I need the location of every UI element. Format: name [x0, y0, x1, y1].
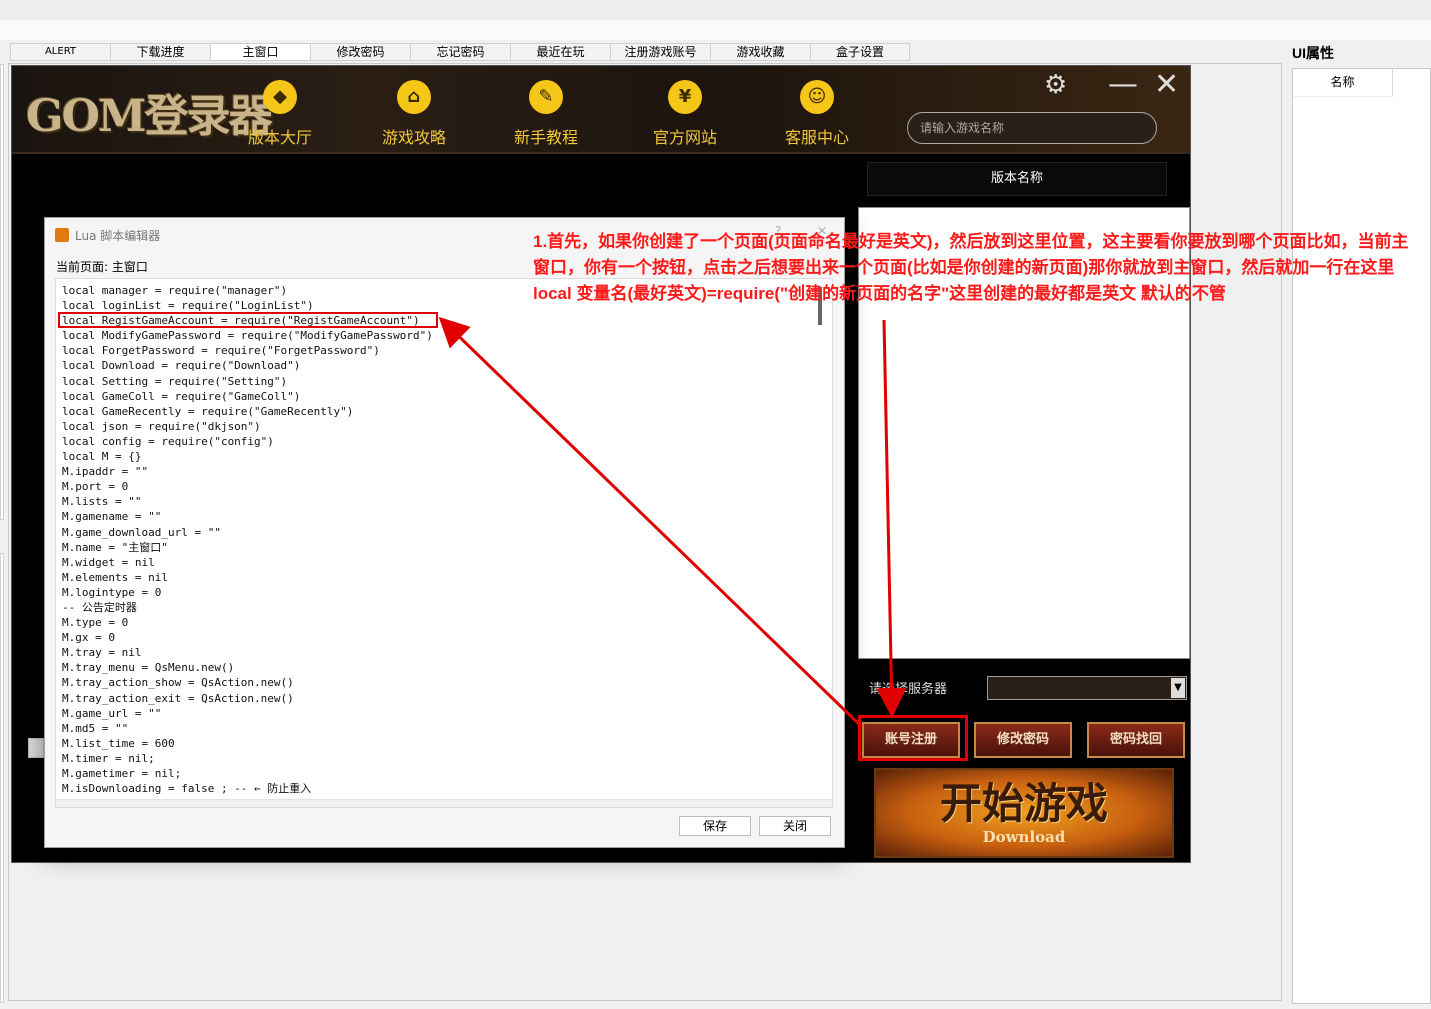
tab-modify-password[interactable]: 修改密码 [310, 43, 410, 61]
code-editor[interactable]: local manager = require("manager") local … [55, 278, 833, 808]
code-line[interactable]: M.timer = nil; [62, 751, 433, 766]
code-line[interactable]: M.ipaddr = "" [62, 464, 433, 479]
tab-alert[interactable]: ALERT [10, 43, 110, 61]
code-line[interactable]: local manager = require("manager") [62, 283, 433, 298]
ui-properties-panel: 名称 [1292, 68, 1431, 1004]
code-line[interactable]: local ModifyGamePassword = require("Modi… [62, 328, 433, 343]
code-line[interactable]: M.tray_menu = QsMenu.new() [62, 660, 433, 675]
home-icon: ⌂ [397, 80, 431, 114]
annotation-note: 1.首先，如果你创建了一个页面(页面命名最好是英文)，然后放到这里位置，这主要看… [533, 232, 1409, 303]
code-line[interactable]: local loginList = require("LoginList") [62, 298, 433, 313]
left-gutter-bottom [0, 553, 4, 1003]
nav-game-guide[interactable]: ⌂ 游戏攻略 [364, 80, 464, 148]
column-header-name[interactable]: 名称 [1293, 69, 1393, 97]
server-select[interactable]: ▼ [987, 676, 1187, 700]
horizontal-scrollbar[interactable] [56, 799, 832, 807]
current-page-line: 当前页面: 主窗口 [56, 258, 148, 275]
code-line[interactable]: local GameRecently = require("GameRecent… [62, 404, 433, 419]
page-tab-bar: ALERT 下载进度 主窗口 修改密码 忘记密码 最近在玩 注册游戏账号 游戏收… [10, 43, 910, 61]
top-strip [0, 0, 1431, 20]
gear-icon[interactable]: ⚙ [1044, 70, 1067, 100]
yen-coin-icon: ¥ [668, 80, 702, 114]
code-line[interactable]: M.game_download_url = "" [62, 525, 433, 540]
nav-official-site[interactable]: ¥ 官方网站 [635, 80, 735, 148]
code-line[interactable]: M.port = 0 [62, 479, 433, 494]
close-button[interactable]: 关闭 [759, 816, 831, 836]
highlight-box-code-line [58, 312, 438, 328]
top-strip-secondary [0, 20, 1431, 40]
code-line[interactable]: M.gx = 0 [62, 630, 433, 645]
code-line[interactable]: M.gametimer = nil; [62, 766, 433, 781]
code-line[interactable]: local M = {} [62, 449, 433, 464]
start-game-button[interactable]: 开始游戏 Download [874, 768, 1174, 858]
tab-game-favorites[interactable]: 游戏收藏 [710, 43, 810, 61]
minimize-icon[interactable]: — [1108, 70, 1138, 100]
code-text[interactable]: local manager = require("manager") local … [62, 283, 433, 807]
chevron-down-icon[interactable]: ▼ [1171, 678, 1185, 698]
diamond-badge-icon: ◆ [263, 80, 297, 114]
code-line[interactable]: local Download = require("Download") [62, 358, 433, 373]
nav-label: 官方网站 [652, 128, 717, 147]
code-line[interactable]: M.isDownloading = false ; -- ← 防止重入 [62, 781, 433, 796]
code-line[interactable]: M.type = 0 [62, 615, 433, 630]
code-line[interactable]: M.list_time = 600 [62, 736, 433, 751]
code-line[interactable]: local Setting = require("Setting") [62, 374, 433, 389]
nav-beginner-tutorial[interactable]: ✎ 新手教程 [496, 80, 596, 148]
code-line[interactable]: M.elements = nil [62, 570, 433, 585]
launcher-header: GOM登录器 ◆ 版本大厅 ⌂ 游戏攻略 ✎ 新手教程 ¥ 官方网站 ☺ 客服中… [12, 66, 1190, 154]
save-button[interactable]: 保存 [679, 816, 751, 836]
recover-password-button[interactable]: 密码找回 [1087, 722, 1185, 758]
start-game-subtitle: Download [982, 828, 1066, 846]
tab-main-window[interactable]: 主窗口 [210, 43, 310, 61]
code-line[interactable]: local json = require("dkjson") [62, 419, 433, 434]
code-line[interactable]: M.tray = nil [62, 645, 433, 660]
nav-label: 新手教程 [513, 128, 578, 147]
modify-password-button[interactable]: 修改密码 [974, 722, 1072, 758]
code-line[interactable]: local config = require("config") [62, 434, 433, 449]
close-icon[interactable]: ✕ [1154, 70, 1179, 100]
nav-label: 版本大厅 [247, 128, 312, 147]
nav-customer-service[interactable]: ☺ 客服中心 [767, 80, 867, 148]
code-line[interactable]: -- 公告定时器 [62, 600, 433, 615]
current-page-label: 当前页面: [56, 260, 109, 274]
tab-download-progress[interactable]: 下载进度 [110, 43, 210, 61]
code-line[interactable]: M.tray_action_exit = QsAction.new() [62, 691, 433, 706]
start-game-title: 开始游戏 [939, 779, 1108, 828]
app-icon [55, 228, 69, 242]
left-gutter-top [0, 64, 4, 520]
side-handle[interactable] [28, 738, 44, 758]
code-line[interactable]: M.tray_action_show = QsAction.new() [62, 675, 433, 690]
server-select-label: 请选择服务器 [869, 682, 948, 697]
code-line[interactable]: M.game_url = "" [62, 706, 433, 721]
nav-label: 客服中心 [784, 128, 849, 147]
current-page-value: 主窗口 [111, 260, 148, 274]
nav-version-hall[interactable]: ◆ 版本大厅 [230, 80, 330, 148]
code-line[interactable]: local GameColl = require("GameColl") [62, 389, 433, 404]
game-search-input[interactable]: 请输入游戏名称 [907, 112, 1157, 144]
dialog-title-bar: Lua 脚本编辑器 [55, 226, 160, 244]
tab-register-account[interactable]: 注册游戏账号 [610, 43, 710, 61]
shield-book-icon: ✎ [529, 80, 563, 114]
dialog-title: Lua 脚本编辑器 [75, 228, 161, 243]
code-line[interactable]: M.widget = nil [62, 555, 433, 570]
ui-properties-title: UI属性 [1292, 45, 1334, 61]
tab-forget-password[interactable]: 忘记密码 [410, 43, 510, 61]
tab-recent-played[interactable]: 最近在玩 [510, 43, 610, 61]
version-name-header: 版本名称 [867, 162, 1167, 196]
code-line[interactable]: M.lists = "" [62, 494, 433, 509]
code-line[interactable]: M.name = "主窗口" [62, 540, 433, 555]
code-line[interactable]: M.logintype = 0 [62, 585, 433, 600]
code-line[interactable]: local ForgetPassword = require("ForgetPa… [62, 343, 433, 358]
highlight-box-register-button [858, 715, 968, 761]
code-line[interactable]: M.gamename = "" [62, 509, 433, 524]
tab-box-settings[interactable]: 盒子设置 [810, 43, 910, 61]
headset-smile-icon: ☺ [800, 80, 834, 114]
nav-label: 游戏攻略 [381, 128, 446, 147]
code-line[interactable]: M.md5 = "" [62, 721, 433, 736]
